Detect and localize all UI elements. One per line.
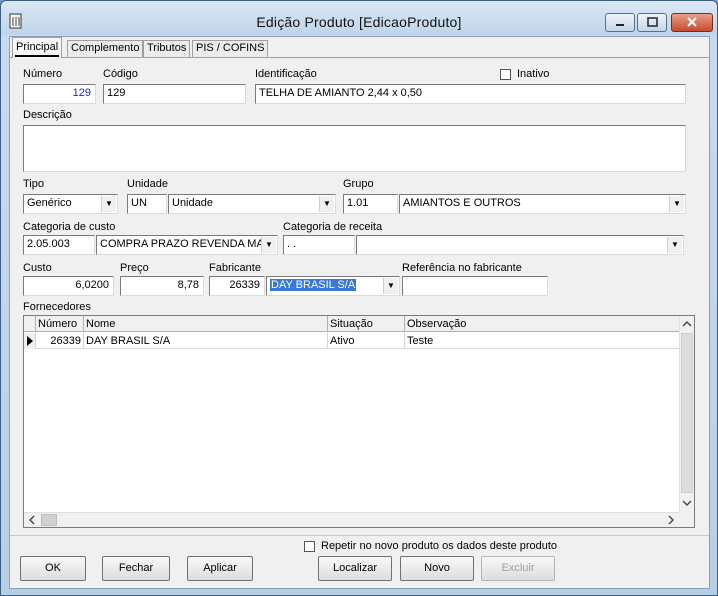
chevron-down-icon[interactable]: ▼ [667,237,682,253]
tipo-label: Tipo [23,178,44,190]
referencia-label: Referência no fabricante [402,262,522,274]
grid-horizontal-scrollbar[interactable] [24,512,681,527]
chevron-down-icon[interactable]: ▼ [383,278,398,294]
cell-numero: 26339 [36,333,84,349]
codigo-field[interactable]: 129 [103,84,246,104]
dialog-client-area: Principal Complemento Tributos PIS / COF… [9,36,710,589]
chevron-down-icon[interactable]: ▼ [101,196,116,212]
identificacao-field[interactable]: TELHA DE AMIANTO 2,44 x 0,50 [255,84,686,104]
tipo-value: Genérico [27,197,72,209]
chevron-down-icon[interactable]: ▼ [669,196,684,212]
tab-principal[interactable]: Principal [12,37,63,58]
repetir-label: Repetir no novo produto os dados deste p… [321,540,558,552]
categoria-custo-label: Categoria de custo [23,221,116,233]
grid-indicator-header [24,316,36,332]
grupo-value: AMIANTOS E OUTROS [403,197,521,209]
tab-complemento[interactable]: Complemento [67,40,144,57]
grid-vertical-scrollbar[interactable] [679,316,694,512]
custo-label: Custo [23,262,52,274]
tab-tributos[interactable]: Tributos [143,40,191,57]
chevron-left-icon[interactable] [26,513,38,527]
referencia-field[interactable] [402,276,548,296]
excluir-button[interactable]: Excluir [481,556,555,581]
column-header-numero[interactable]: Número [36,316,84,332]
numero-field[interactable]: 129 [23,84,96,104]
unidade-label: Unidade [127,178,168,190]
categoria-receita-code-field[interactable]: . . [283,235,355,255]
fornecedores-grid[interactable]: Número Nome Situação Observação 26339 DA… [23,315,695,528]
scrollbar-corner [679,512,694,527]
row-indicator [24,333,36,349]
tab-strip: Principal Complemento Tributos PIS / COF… [10,37,709,58]
localizar-button[interactable]: Localizar [318,556,392,581]
cell-observacao: Teste [407,335,434,347]
novo-button[interactable]: Novo [400,556,474,581]
fabricante-value: DAY BRASIL S/A [270,279,357,291]
chevron-up-icon[interactable] [680,318,694,330]
triangle-right-icon [27,336,33,346]
fechar-button[interactable]: Fechar [102,556,170,581]
repetir-checkbox[interactable] [304,541,315,552]
close-icon [687,17,697,27]
fabricante-code-field[interactable]: 26339 [209,276,265,296]
tab-pis-cofins[interactable]: PIS / COFINS [192,40,269,57]
preco-label: Preço [120,262,149,274]
fornecedores-label: Fornecedores [23,301,91,313]
unidade-select[interactable]: Unidade ▼ [168,194,336,214]
chevron-down-icon[interactable]: ▼ [319,196,334,212]
ok-button[interactable]: OK [20,556,86,581]
custo-field[interactable]: 6,0200 [23,276,114,296]
numero-label: Número [23,68,63,80]
product-edit-window: Edição Produto [EdicaoProduto] Principal… [0,0,718,596]
descricao-label: Descrição [23,109,72,121]
inativo-checkbox[interactable] [500,69,511,80]
grupo-select[interactable]: AMIANTOS E OUTROS ▼ [399,194,686,214]
grid-header: Número Nome Situação Observação [24,316,681,332]
categoria-receita-label: Categoria de receita [283,221,383,233]
categoria-custo-code-field[interactable]: 2.05.003 [23,235,95,255]
inativo-label: Inativo [517,68,550,80]
categoria-custo-value: COMPRA PRAZO REVENDA MAT [100,238,270,250]
maximize-icon [647,17,658,27]
chevron-right-icon[interactable] [665,513,677,527]
identificacao-label: Identificação [255,68,317,80]
column-header-situacao[interactable]: Situação [328,316,405,332]
tab-divider [10,57,709,58]
fabricante-select[interactable]: DAY BRASIL S/A ▼ [266,276,400,296]
maximize-button[interactable] [637,13,667,32]
tipo-select[interactable]: Genérico ▼ [23,194,118,214]
categoria-receita-select[interactable]: ▼ [356,235,684,255]
descricao-memo[interactable] [23,125,686,172]
chevron-down-icon[interactable] [680,497,694,509]
minimize-button[interactable] [605,13,635,32]
categoria-custo-select[interactable]: COMPRA PRAZO REVENDA MAT ▼ [96,235,278,255]
grupo-label: Grupo [343,178,374,190]
grupo-code-field[interactable]: 1.01 [343,194,398,214]
column-header-observacao[interactable]: Observação [405,316,681,332]
footer-separator [10,535,709,536]
close-button[interactable] [671,13,713,32]
table-row[interactable]: 26339 DAY BRASIL S/A Ativo Teste [24,333,681,349]
cell-situacao: Ativo [328,333,405,349]
fabricante-label: Fabricante [209,262,261,274]
horizontal-scroll-thumb[interactable] [41,514,57,526]
title-bar[interactable]: Edição Produto [EdicaoProduto] [1,1,717,35]
chevron-down-icon[interactable]: ▼ [261,237,276,253]
minimize-icon [616,24,624,26]
column-header-nome[interactable]: Nome [84,316,328,332]
aplicar-button[interactable]: Aplicar [187,556,253,581]
codigo-label: Código [103,68,138,80]
unidade-code-field[interactable]: UN [127,194,167,214]
vertical-scroll-thumb[interactable] [681,333,693,493]
cell-nome: DAY BRASIL S/A [84,333,328,349]
preco-field[interactable]: 8,78 [120,276,204,296]
unidade-value: Unidade [172,197,213,209]
